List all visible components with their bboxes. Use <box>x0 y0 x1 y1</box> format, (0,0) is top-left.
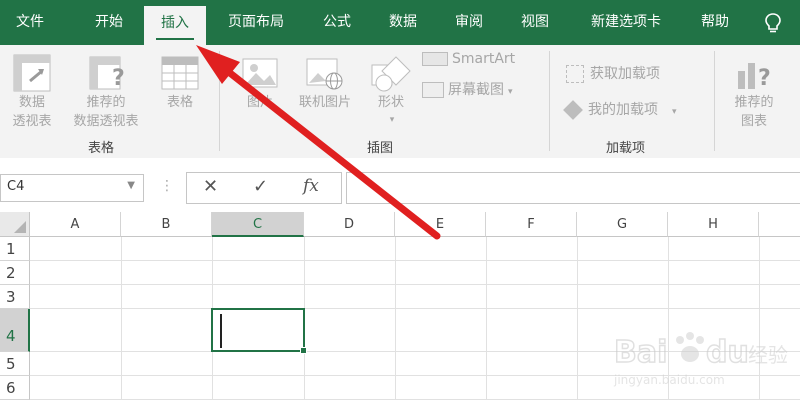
online-pictures-label[interactable]: 联机图片 <box>288 93 362 112</box>
row-header-4[interactable]: 4 <box>0 309 30 352</box>
grid-line <box>30 308 800 309</box>
group-label-tables: 表格 <box>88 141 115 156</box>
select-all-button[interactable] <box>0 212 30 237</box>
svg-text:Bai: Bai <box>614 335 667 370</box>
name-box[interactable]: C4 ▼ <box>0 174 144 202</box>
pictures-icon[interactable] <box>240 53 280 93</box>
row-header-6[interactable]: 6 <box>0 376 30 400</box>
tab-formulas[interactable]: 公式 <box>312 0 362 45</box>
svg-text:?: ? <box>758 66 771 91</box>
pivot-table-icon[interactable] <box>12 53 52 93</box>
ribbon-tab-bar: 文件 开始 插入 页面布局 公式 数据 审阅 视图 新建选项卡 帮助 <box>0 0 800 45</box>
get-addins-button[interactable]: 获取加载项 <box>566 63 660 83</box>
insert-function-icon[interactable]: fx <box>303 176 319 196</box>
tab-help[interactable]: 帮助 <box>690 0 740 45</box>
tab-data[interactable]: 数据 <box>378 0 428 45</box>
shapes-label[interactable]: 形状 <box>366 93 416 112</box>
recommended-pivot-label[interactable]: 推荐的 数据透视表 <box>60 93 152 131</box>
tab-new-tab[interactable]: 新建选项卡 <box>576 0 676 45</box>
screenshot-chevron-icon: ▾ <box>508 87 513 97</box>
ribbon-separator <box>549 51 550 151</box>
pivot-table-label[interactable]: 数据 透视表 <box>2 93 62 131</box>
formula-buttons: ✕ ✓ fx <box>186 172 342 204</box>
formula-bar: C4 ▼ ⋮ ✕ ✓ fx <box>0 158 800 212</box>
column-header-a[interactable]: A <box>30 212 121 237</box>
ribbon-separator <box>714 51 715 151</box>
tab-home[interactable]: 开始 <box>84 0 134 45</box>
lightbulb-icon[interactable] <box>761 11 785 35</box>
svg-text:经验: 经验 <box>748 343 788 367</box>
column-header-i[interactable] <box>759 212 800 237</box>
svg-text:?: ? <box>112 66 125 91</box>
tab-view[interactable]: 视图 <box>510 0 560 45</box>
column-header-f[interactable]: F <box>486 212 577 237</box>
smartart-icon <box>422 52 448 66</box>
group-label-illustrations: 插图 <box>367 141 394 156</box>
formula-bar-grip-icon: ⋮ <box>160 178 174 194</box>
recommended-pivot-icon[interactable]: ? <box>88 53 128 93</box>
enter-icon[interactable]: ✓ <box>253 176 268 197</box>
name-box-dropdown-icon[interactable]: ▼ <box>127 180 135 191</box>
formula-input[interactable] <box>346 172 800 204</box>
my-addins-button[interactable]: 我的加载项 ▾ <box>563 99 677 120</box>
table-label[interactable]: 表格 <box>152 93 208 112</box>
add-grid-icon <box>566 65 584 83</box>
svg-text:du: du <box>706 335 749 370</box>
ribbon-separator <box>219 51 220 151</box>
online-pictures-icon[interactable] <box>304 53 344 93</box>
row-header-5[interactable]: 5 <box>0 352 30 376</box>
grid-line <box>30 260 800 261</box>
column-header-d[interactable]: D <box>304 212 395 237</box>
recommended-charts-label[interactable]: 推荐的 图表 <box>722 93 786 131</box>
cancel-icon[interactable]: ✕ <box>203 176 218 197</box>
svg-text:jingyan.baidu.com: jingyan.baidu.com <box>613 373 725 387</box>
shapes-chevron-icon[interactable]: ▾ <box>384 111 400 130</box>
column-header-e[interactable]: E <box>395 212 486 237</box>
column-header-h[interactable]: H <box>668 212 759 237</box>
column-header-c[interactable]: C <box>212 212 304 237</box>
row-header-3[interactable]: 3 <box>0 285 30 309</box>
text-cursor <box>220 314 222 348</box>
grid-line <box>30 284 800 285</box>
screenshot-icon <box>422 82 444 98</box>
smartart-button[interactable]: SmartArt <box>422 51 515 67</box>
my-addins-chevron-icon: ▾ <box>672 107 677 117</box>
table-icon[interactable] <box>160 53 200 93</box>
tab-insert[interactable]: 插入 <box>144 6 206 45</box>
column-header-g[interactable]: G <box>577 212 668 237</box>
recommended-charts-icon[interactable]: ? <box>734 53 778 93</box>
tab-page-layout[interactable]: 页面布局 <box>218 0 294 45</box>
pictures-label[interactable]: 图片 <box>236 93 284 112</box>
active-cell-c4[interactable] <box>211 308 307 354</box>
group-label-addins: 加载项 <box>606 141 646 156</box>
ribbon: 数据 透视表 ? 推荐的 数据透视表 表格 表格 图片 联机图片 形状 ▾ Smar… <box>0 45 800 159</box>
addin-cube-icon <box>563 100 583 120</box>
column-header-b[interactable]: B <box>121 212 212 237</box>
baidu-jingyan-watermark: Bai du 经验 jingyan.baidu.com <box>613 332 788 387</box>
screenshot-button[interactable]: 屏幕截图 ▾ <box>422 79 513 99</box>
row-header-1[interactable]: 1 <box>0 237 30 261</box>
tab-file[interactable]: 文件 <box>10 0 50 45</box>
tab-review[interactable]: 审阅 <box>444 0 494 45</box>
shapes-icon[interactable] <box>370 53 414 93</box>
row-header-2[interactable]: 2 <box>0 261 30 285</box>
